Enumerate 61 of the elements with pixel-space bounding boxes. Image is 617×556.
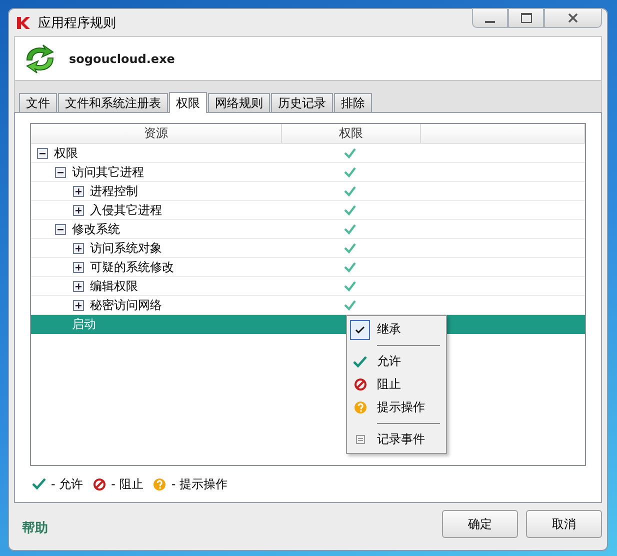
tree-item-label: 可疑的系统修改 bbox=[90, 258, 174, 276]
tree-item-label: 编辑权限 bbox=[90, 278, 138, 295]
window-title: 应用程序规则 bbox=[38, 14, 117, 32]
dialog-button[interactable]: 确定 bbox=[442, 510, 518, 538]
tab[interactable]: 历史记录 bbox=[271, 93, 333, 112]
tab[interactable]: 排除 bbox=[334, 93, 372, 112]
expand-toggle[interactable] bbox=[37, 148, 48, 159]
minimize-button[interactable] bbox=[472, 8, 508, 28]
tree-row[interactable]: 入侵其它进程 bbox=[31, 201, 585, 220]
tree-item-label: 进程控制 bbox=[90, 182, 138, 200]
expand-toggle[interactable] bbox=[73, 262, 84, 273]
tree-row[interactable]: 修改系统 bbox=[31, 220, 585, 240]
expand-toggle[interactable] bbox=[73, 186, 84, 197]
expand-toggle[interactable] bbox=[73, 280, 84, 292]
minimize-icon bbox=[485, 20, 495, 22]
tab[interactable]: 文件 bbox=[19, 93, 57, 112]
allow-check-icon bbox=[32, 478, 46, 490]
block-icon bbox=[354, 378, 366, 391]
block-icon bbox=[93, 478, 106, 491]
tree-row[interactable]: 访问其它进程 bbox=[31, 163, 585, 182]
question-icon bbox=[354, 401, 366, 414]
close-button[interactable] bbox=[544, 8, 602, 28]
tab[interactable]: 权限 bbox=[169, 92, 207, 114]
tree-item-label: 权限 bbox=[54, 144, 78, 162]
expand-toggle[interactable] bbox=[73, 300, 84, 311]
menu-item[interactable]: 阻止 bbox=[347, 373, 446, 396]
legend-label: - 提示操作 bbox=[171, 476, 228, 493]
log-icon bbox=[356, 435, 364, 444]
tab[interactable]: 文件和系统注册表 bbox=[58, 93, 168, 112]
tree-item-label: 访问系统对象 bbox=[90, 240, 162, 257]
tree-item-label: 秘密访问网络 bbox=[90, 296, 162, 314]
expand-toggle[interactable] bbox=[55, 224, 66, 235]
tree-row[interactable]: 访问系统对象 bbox=[31, 239, 585, 258]
close-icon bbox=[568, 13, 578, 23]
maximize-icon bbox=[520, 13, 532, 23]
question-icon bbox=[153, 478, 166, 491]
allow-check-icon bbox=[353, 356, 367, 368]
menu-item[interactable]: 记录事件 bbox=[347, 428, 446, 451]
menu-item[interactable]: 提示操作 bbox=[347, 396, 446, 419]
dialog-button[interactable]: 取消 bbox=[526, 510, 602, 538]
menu-item[interactable]: 允许 bbox=[347, 350, 446, 373]
maximize-button[interactable] bbox=[508, 8, 544, 28]
app-logo-icon bbox=[16, 16, 32, 30]
tree-item-label: 修改系统 bbox=[72, 220, 120, 238]
application-name: sogoucloud.exe bbox=[69, 52, 175, 66]
tab[interactable]: 网络规则 bbox=[208, 93, 270, 112]
column-header[interactable]: 权限 bbox=[282, 124, 421, 144]
legend-label: - 阻止 bbox=[111, 476, 144, 493]
help-link[interactable]: 帮助 bbox=[22, 519, 48, 538]
expand-toggle[interactable] bbox=[55, 166, 66, 178]
tree-item-label: 访问其它进程 bbox=[72, 164, 144, 181]
tree-row[interactable]: 进程控制 bbox=[31, 182, 585, 202]
expand-toggle[interactable] bbox=[73, 204, 84, 216]
expand-toggle[interactable] bbox=[73, 242, 84, 254]
tree-item-label: 入侵其它进程 bbox=[90, 202, 162, 219]
tree-row[interactable]: 编辑权限 bbox=[31, 277, 585, 296]
column-header[interactable]: 资源 bbox=[31, 124, 282, 144]
tree-row[interactable]: 权限 bbox=[31, 144, 585, 164]
tree-row[interactable]: 可疑的系统修改 bbox=[31, 258, 585, 278]
legend-label: - 允许 bbox=[51, 476, 84, 493]
tree-item-label: 启动 bbox=[72, 316, 96, 333]
